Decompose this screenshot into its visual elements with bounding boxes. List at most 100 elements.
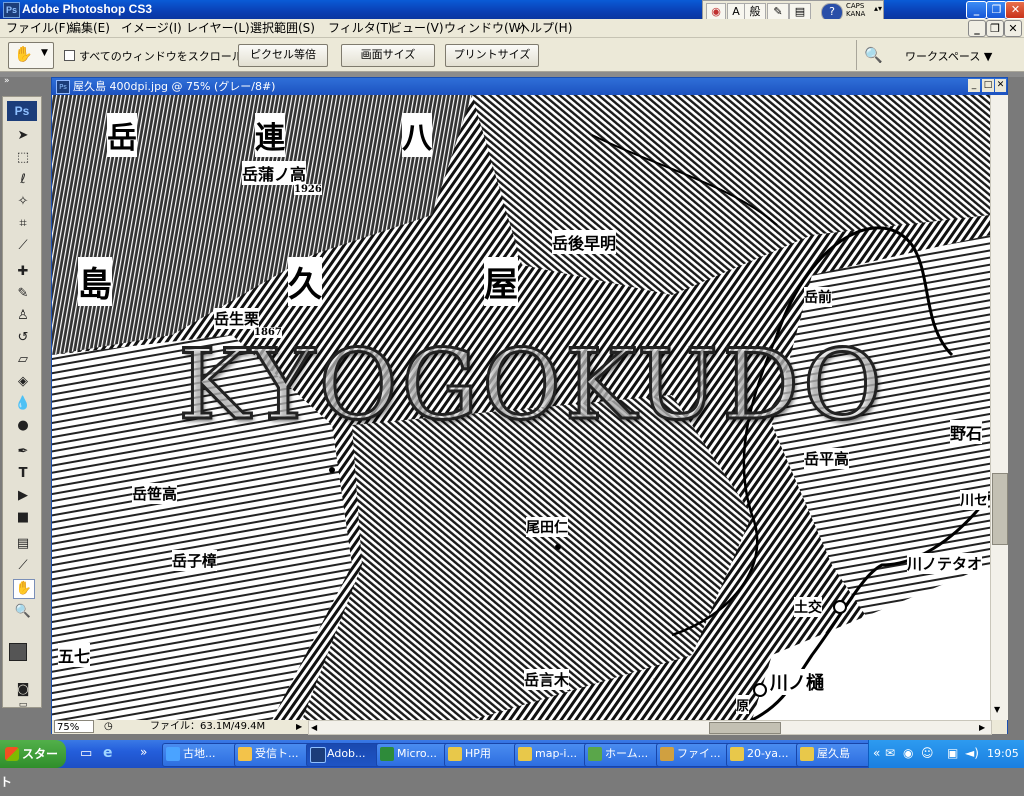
map-label: 屋: [484, 257, 518, 306]
path-select-icon[interactable]: ▶: [13, 487, 33, 505]
close-button[interactable]: ✕: [1005, 1, 1024, 19]
workspace-menu[interactable]: ワークスペース ▼: [905, 48, 992, 64]
scroll-all-windows-label: すべてのウィンドウをスクロール: [79, 50, 243, 63]
folder-icon: [730, 747, 744, 761]
menu-file[interactable]: ファイル(F): [6, 20, 70, 36]
menu-layer[interactable]: レイヤー(L): [186, 20, 250, 36]
map-label: 岳: [107, 113, 137, 157]
windows-logo-icon: [5, 747, 19, 761]
scroll-right-icon[interactable]: ▶: [979, 721, 985, 734]
map-label: 川ノテタオ: [907, 553, 983, 574]
chevron-down-icon: ▼: [41, 48, 48, 58]
scroll-all-windows-checkbox[interactable]: [64, 50, 75, 61]
photoshop-logo[interactable]: Ps: [7, 101, 37, 121]
clone-stamp-icon[interactable]: ♙: [13, 307, 33, 325]
show-desktop-icon[interactable]: ▭: [80, 746, 92, 761]
tray-expand-icon[interactable]: «: [873, 746, 880, 760]
tool-preset-picker[interactable]: ✋ ▼: [8, 42, 54, 69]
bridge-icon[interactable]: 🔍: [864, 46, 883, 64]
eyedropper-icon[interactable]: ⟋: [13, 557, 33, 575]
hand-tool-icon[interactable]: ✋: [13, 579, 35, 599]
horizontal-scrollbar[interactable]: ◀ ▶: [308, 720, 992, 735]
map-label: 1926: [294, 184, 322, 195]
lasso-tool-icon[interactable]: ℓ: [13, 171, 33, 189]
map-label: 川セ: [960, 490, 988, 510]
minimize-button[interactable]: _: [966, 1, 987, 19]
menu-help[interactable]: ヘルプ(H): [518, 20, 572, 36]
fit-screen-button[interactable]: 画面サイズ: [341, 44, 435, 67]
menu-window[interactable]: ウィンドウ(W): [444, 20, 525, 36]
map-label: 岳子樟: [172, 550, 218, 571]
brush-tool-icon[interactable]: ✎: [13, 285, 33, 303]
watermark: KYOGOKUDO: [177, 329, 886, 441]
dodge-tool-icon[interactable]: ●: [13, 417, 33, 435]
marquee-tool-icon[interactable]: ⬚: [13, 149, 33, 167]
folder-icon: [448, 747, 462, 761]
healing-brush-icon[interactable]: ✚: [13, 263, 33, 281]
shape-tool-icon[interactable]: ■: [13, 509, 33, 527]
document-minimize-button[interactable]: _: [968, 79, 980, 92]
vertical-scroll-thumb[interactable]: [992, 473, 1008, 545]
tray-security-icon[interactable]: ◉: [903, 746, 913, 760]
status-menu-arrow-icon[interactable]: ▶: [296, 720, 302, 733]
start-button[interactable]: スタート: [0, 740, 66, 789]
internet-explorer-icon[interactable]: e: [103, 745, 113, 761]
tray-network-icon[interactable]: ▣: [947, 746, 958, 760]
type-tool-icon[interactable]: T: [13, 465, 33, 483]
move-tool-icon[interactable]: ➤: [13, 127, 33, 145]
quicklaunch-more-icon[interactable]: »: [140, 745, 147, 759]
menu-select[interactable]: 選択範囲(S): [250, 20, 315, 36]
notes-tool-icon[interactable]: ▤: [13, 535, 33, 553]
folder-icon: [518, 747, 532, 761]
tray-mail-icon[interactable]: ✉: [885, 746, 895, 760]
map-canvas[interactable]: 岳 連 八 岳蒲ノ高 1926 岳後早明 島 久 屋 岳前 岳生栗 1867 岳…: [52, 95, 990, 720]
excel-icon: [380, 747, 394, 761]
zoom-tool-icon[interactable]: 🔍: [13, 603, 33, 621]
tray-messenger-icon[interactable]: ☺: [921, 746, 934, 760]
menu-image[interactable]: イメージ(I): [121, 20, 182, 36]
vertical-scrollbar[interactable]: ▼: [990, 95, 1008, 720]
eraser-tool-icon[interactable]: ▱: [13, 351, 33, 369]
scroll-down-icon[interactable]: ▼: [994, 705, 1000, 714]
toolbox: Ps ➤ ⬚ ℓ ✧ ⌗ ⟋ ✚ ✎ ♙ ↺ ▱ ◈ 💧 ● ✒ T ▶ ■ ▤…: [2, 96, 42, 710]
map-label: 岳蒲ノ高: [242, 161, 307, 185]
blur-tool-icon[interactable]: 💧: [13, 395, 33, 413]
quick-mask-icon[interactable]: ◙: [13, 681, 33, 699]
pen-tool-icon[interactable]: ✒: [13, 443, 33, 461]
doc-restore-button[interactable]: ❐: [986, 20, 1004, 37]
history-brush-icon[interactable]: ↺: [13, 329, 33, 347]
toolbox-collapse-icon[interactable]: »: [4, 76, 10, 86]
menu-view[interactable]: ビュー(V): [390, 20, 444, 36]
restore-button[interactable]: ❐: [986, 1, 1007, 19]
document-close-button[interactable]: ✕: [995, 79, 1006, 92]
tray-volume-icon[interactable]: ◄): [965, 746, 979, 760]
map-label: 岳笹高: [132, 483, 178, 504]
clock[interactable]: 19:05: [987, 747, 1019, 760]
menu-edit[interactable]: 編集(E): [69, 20, 110, 36]
task-label: ファイ...: [677, 747, 721, 760]
scroll-all-windows-option[interactable]: すべてのウィンドウをスクロール: [64, 48, 243, 64]
document-status-bar: 75% ◷ ファイル：63.1M/49.4M ▶ ◀ ▶: [52, 720, 1007, 735]
foreground-color-swatch[interactable]: [9, 643, 27, 661]
magic-wand-tool-icon[interactable]: ✧: [13, 193, 33, 211]
status-circle-icon[interactable]: ◷: [104, 720, 113, 733]
doc-close-button[interactable]: ✕: [1004, 20, 1022, 37]
screen-mode-icon[interactable]: ▭: [13, 701, 33, 710]
scroll-left-icon[interactable]: ◀: [311, 721, 317, 734]
doc-minimize-button[interactable]: _: [968, 20, 986, 37]
task-label: 受信ト...: [255, 747, 299, 760]
paint-bucket-icon[interactable]: ◈: [13, 373, 33, 391]
slice-tool-icon[interactable]: ⟋: [13, 237, 33, 255]
task-label: 20-ya...: [747, 747, 789, 760]
zoom-level[interactable]: 75%: [54, 720, 94, 733]
document-title: 屋久島 400dpi.jpg @ 75% (グレー/8#): [73, 80, 276, 93]
document-title-bar[interactable]: Ps 屋久島 400dpi.jpg @ 75% (グレー/8#) _ □ ✕: [52, 78, 1007, 95]
document-maximize-button[interactable]: □: [982, 79, 994, 92]
map-label: 五七: [58, 643, 91, 667]
menu-filter[interactable]: フィルタ(T): [328, 20, 392, 36]
crop-tool-icon[interactable]: ⌗: [13, 215, 33, 233]
ime-options-arrow-icon[interactable]: ▴▾: [874, 4, 882, 13]
actual-pixels-button[interactable]: ピクセル等倍: [238, 44, 328, 67]
horizontal-scroll-thumb[interactable]: [709, 722, 781, 734]
print-size-button[interactable]: プリントサイズ: [445, 44, 539, 67]
